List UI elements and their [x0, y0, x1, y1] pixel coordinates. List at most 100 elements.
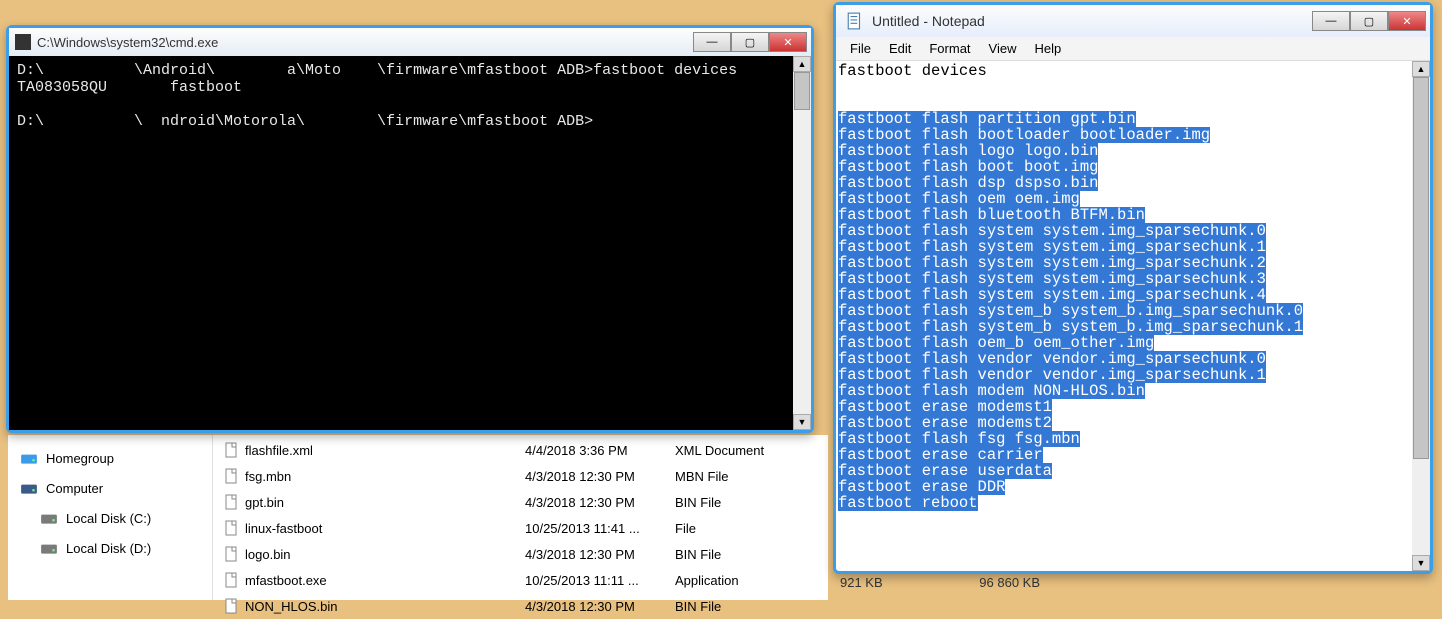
- file-date: 4/3/2018 12:30 PM: [525, 469, 675, 484]
- drive-icon: [20, 449, 38, 467]
- window-controls: — ▢ ✕: [1312, 11, 1426, 31]
- file-row[interactable]: NON_HLOS.bin 4/3/2018 12:30 PM BIN File: [213, 593, 828, 619]
- nav-label: Homegroup: [46, 451, 114, 466]
- file-row[interactable]: logo.bin 4/3/2018 12:30 PM BIN File: [213, 541, 828, 567]
- file-icon: [223, 598, 245, 614]
- file-icon: [223, 468, 245, 484]
- notepad-icon: [846, 12, 864, 30]
- file-row[interactable]: mfastboot.exe 10/25/2013 11:11 ... Appli…: [213, 567, 828, 593]
- text-line-selected: fastboot erase modemst1: [838, 399, 1052, 415]
- drive-icon: [40, 539, 58, 557]
- text-line-selected: fastboot flash partition gpt.bin: [838, 111, 1136, 127]
- file-row[interactable]: linux-fastboot 10/25/2013 11:41 ... File: [213, 515, 828, 541]
- file-icon: [223, 546, 245, 562]
- text-line-selected: fastboot flash dsp dspso.bin: [838, 175, 1098, 191]
- minimize-button[interactable]: —: [693, 32, 731, 52]
- file-type: MBN File: [675, 469, 828, 484]
- scroll-track[interactable]: [1412, 77, 1430, 555]
- vertical-scrollbar[interactable]: ▲ ▼: [1412, 61, 1430, 571]
- text-line-selected: fastboot flash vendor vendor.img_sparsec…: [838, 367, 1266, 383]
- menu-file[interactable]: File: [842, 39, 879, 58]
- file-row[interactable]: gpt.bin 4/3/2018 12:30 PM BIN File: [213, 489, 828, 515]
- file-type: BIN File: [675, 495, 828, 510]
- text-line-selected: fastboot erase DDR: [838, 479, 1005, 495]
- drive-icon: [40, 509, 58, 527]
- drive-icon: [20, 479, 38, 497]
- text-line-selected: fastboot flash logo logo.bin: [838, 143, 1098, 159]
- menu-view[interactable]: View: [981, 39, 1025, 58]
- notepad-window: Untitled - Notepad — ▢ ✕ FileEditFormatV…: [833, 2, 1433, 574]
- file-date: 4/3/2018 12:30 PM: [525, 547, 675, 562]
- text-line-selected: fastboot flash system_b system_b.img_spa…: [838, 303, 1303, 319]
- menu-format[interactable]: Format: [921, 39, 978, 58]
- file-row[interactable]: flashfile.xml 4/4/2018 3:36 PM XML Docum…: [213, 437, 828, 463]
- file-name: mfastboot.exe: [245, 573, 525, 588]
- close-button[interactable]: ✕: [769, 32, 807, 52]
- menu-help[interactable]: Help: [1026, 39, 1069, 58]
- file-name: flashfile.xml: [245, 443, 525, 458]
- explorer-window: Homegroup Computer Local Disk (C:) Local Di…: [8, 435, 828, 600]
- file-name: fsg.mbn: [245, 469, 525, 484]
- size-value: 96 860 KB: [979, 575, 1040, 590]
- cmd-output[interactable]: D:\ \Android\ a\Moto \firmware\mfastboot…: [9, 56, 793, 430]
- text-line-selected: fastboot erase userdata: [838, 463, 1052, 479]
- file-type: File: [675, 521, 828, 536]
- file-icon: [223, 442, 245, 458]
- text-line-selected: fastboot flash vendor vendor.img_sparsec…: [838, 351, 1266, 367]
- nav-item[interactable]: Computer: [16, 473, 212, 503]
- cmd-window: C:\Windows\system32\cmd.exe — ▢ ✕ D:\ \A…: [6, 25, 814, 433]
- file-name: gpt.bin: [245, 495, 525, 510]
- close-button[interactable]: ✕: [1388, 11, 1426, 31]
- text-line-selected: fastboot flash oem_b oem_other.img: [838, 335, 1154, 351]
- nav-label: Computer: [46, 481, 103, 496]
- text-line-selected: fastboot flash system system.img_sparsec…: [838, 287, 1266, 303]
- file-name: NON_HLOS.bin: [245, 599, 525, 614]
- vertical-scrollbar[interactable]: ▲ ▼: [793, 56, 811, 430]
- file-name: logo.bin: [245, 547, 525, 562]
- text-line-selected: fastboot flash system system.img_sparsec…: [838, 271, 1266, 287]
- notepad-textarea[interactable]: fastboot devices fastboot flash partitio…: [836, 61, 1412, 571]
- file-type: XML Document: [675, 443, 828, 458]
- scroll-track[interactable]: [793, 72, 811, 414]
- text-line-selected: fastboot flash system system.img_sparsec…: [838, 223, 1266, 239]
- text-line-selected: fastboot erase carrier: [838, 447, 1043, 463]
- nav-item[interactable]: Local Disk (C:): [16, 503, 212, 533]
- notepad-client: fastboot devices fastboot flash partitio…: [836, 61, 1430, 571]
- file-date: 4/3/2018 12:30 PM: [525, 599, 675, 614]
- scroll-down-button[interactable]: ▼: [1412, 555, 1430, 571]
- notepad-titlebar[interactable]: Untitled - Notepad — ▢ ✕: [836, 5, 1430, 37]
- file-icon: [223, 520, 245, 536]
- explorer-status-sizes: 921 KB 96 860 KB: [840, 575, 1040, 590]
- scroll-down-button[interactable]: ▼: [793, 414, 811, 430]
- notepad-menubar: FileEditFormatViewHelp: [836, 37, 1430, 61]
- nav-item[interactable]: Homegroup: [16, 443, 212, 473]
- text-line-selected: fastboot flash fsg fsg.mbn: [838, 431, 1080, 447]
- cmd-titlebar[interactable]: C:\Windows\system32\cmd.exe — ▢ ✕: [9, 28, 811, 56]
- text-line-selected: fastboot flash boot boot.img: [838, 159, 1098, 175]
- menu-edit[interactable]: Edit: [881, 39, 919, 58]
- window-controls: — ▢ ✕: [693, 32, 807, 52]
- cmd-body: D:\ \Android\ a\Moto \firmware\mfastboot…: [9, 56, 811, 430]
- text-line-selected: fastboot flash system_b system_b.img_spa…: [838, 319, 1303, 335]
- nav-item[interactable]: Local Disk (D:): [16, 533, 212, 563]
- maximize-button[interactable]: ▢: [1350, 11, 1388, 31]
- nav-label: Local Disk (D:): [66, 541, 151, 556]
- nav-label: Local Disk (C:): [66, 511, 151, 526]
- scroll-thumb[interactable]: [794, 72, 810, 110]
- file-row[interactable]: fsg.mbn 4/3/2018 12:30 PM MBN File: [213, 463, 828, 489]
- text-line-selected: fastboot flash bootloader bootloader.img: [838, 127, 1210, 143]
- text-line-selected: fastboot reboot: [838, 495, 978, 511]
- scroll-up-button[interactable]: ▲: [793, 56, 811, 72]
- maximize-button[interactable]: ▢: [731, 32, 769, 52]
- file-date: 4/4/2018 3:36 PM: [525, 443, 675, 458]
- scroll-thumb[interactable]: [1413, 77, 1429, 459]
- file-icon: [223, 494, 245, 510]
- text-line-selected: fastboot flash system system.img_sparsec…: [838, 239, 1266, 255]
- explorer-nav-pane: Homegroup Computer Local Disk (C:) Local Di…: [8, 435, 213, 600]
- minimize-button[interactable]: —: [1312, 11, 1350, 31]
- text-line: fastboot devices: [838, 63, 1410, 79]
- cmd-icon: [15, 34, 31, 50]
- file-date: 4/3/2018 12:30 PM: [525, 495, 675, 510]
- size-value: 921 KB: [840, 575, 883, 590]
- scroll-up-button[interactable]: ▲: [1412, 61, 1430, 77]
